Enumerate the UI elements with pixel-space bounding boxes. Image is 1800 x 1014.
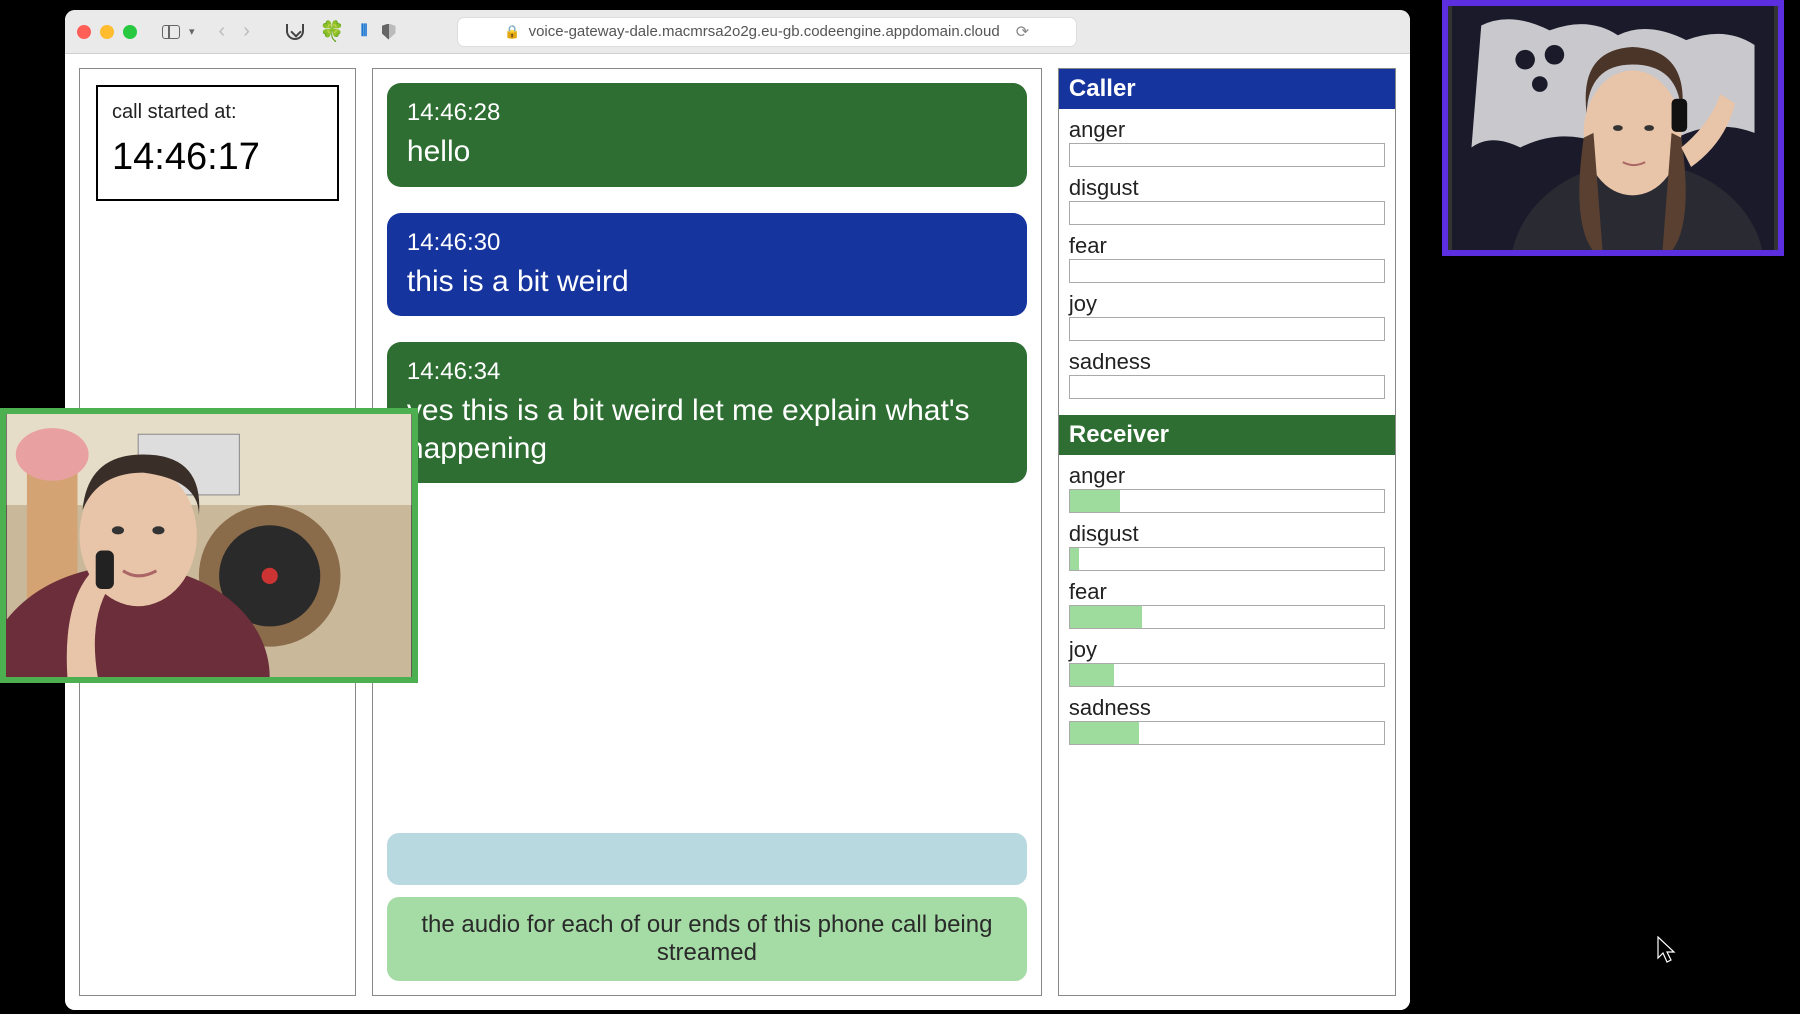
message-timestamp: 14:46:30 [407, 229, 1007, 257]
emotion-fill [1070, 606, 1142, 628]
receiver-emotions: anger disgust fear joy sadness [1059, 455, 1395, 753]
emotion-bar [1069, 259, 1385, 283]
chevron-down-icon[interactable]: ▾ [189, 25, 195, 38]
receiver-webcam [0, 408, 418, 683]
emotion-bar [1069, 375, 1385, 399]
caller-webcam [1442, 0, 1784, 256]
maximize-window-button[interactable] [123, 25, 137, 39]
emotion-label: anger [1069, 117, 1385, 143]
cursor-icon [1656, 936, 1678, 964]
emotion-label: sadness [1069, 695, 1385, 721]
url-text: voice-gateway-dale.macmrsa2o2g.eu-gb.cod… [529, 23, 1000, 40]
emotion-bar [1069, 143, 1385, 167]
shield-icon[interactable] [382, 24, 396, 40]
message-caller: 14:46:30 this is a bit weird [387, 213, 1027, 317]
evernote-icon[interactable]: 🍀 [320, 19, 345, 44]
close-window-button[interactable] [77, 25, 91, 39]
message-text: this is a bit weird [407, 263, 1007, 301]
message-receiver: 14:46:34 yes this is a bit weird let me … [387, 342, 1027, 483]
caller-panel-header: Caller [1059, 69, 1395, 109]
message-text: hello [407, 133, 1007, 171]
sidebar-toggle-button[interactable] [157, 18, 185, 46]
emotion-fill [1070, 548, 1079, 570]
emotion-label: fear [1069, 233, 1385, 259]
emotion-bar [1069, 489, 1385, 513]
receiver-video-frame [6, 414, 412, 677]
interim-receiver-bar: the audio for each of our ends of this p… [387, 897, 1027, 981]
message-timestamp: 14:46:34 [407, 358, 1007, 386]
caller-emotions: anger disgust fear joy sadness [1059, 109, 1395, 407]
back-button[interactable]: ‹ [219, 20, 226, 43]
emotion-label: disgust [1069, 521, 1385, 547]
emotion-bar [1069, 201, 1385, 225]
minimize-window-button[interactable] [100, 25, 114, 39]
message-text: yes this is a bit weird let me explain w… [407, 392, 1007, 467]
extension-icon[interactable]: ⫴ [361, 23, 366, 41]
caller-video-frame [1448, 6, 1778, 250]
emotion-bar [1069, 317, 1385, 341]
emotion-fill [1070, 722, 1139, 744]
interim-receiver-text: the audio for each of our ends of this p… [421, 911, 992, 966]
emotion-label: disgust [1069, 175, 1385, 201]
pocket-icon[interactable] [286, 24, 304, 40]
emotion-row: anger [1069, 117, 1385, 167]
emotion-label: joy [1069, 637, 1385, 663]
emotion-row: fear [1069, 579, 1385, 629]
transcript-column: 14:46:28 hello 14:46:30 this is a bit we… [372, 68, 1042, 996]
call-info-box: call started at: 14:46:17 [96, 85, 339, 201]
emotion-bar [1069, 663, 1385, 687]
emotion-row: sadness [1069, 349, 1385, 399]
traffic-lights [77, 25, 137, 39]
lock-icon: 🔒 [504, 24, 520, 40]
emotion-column: Caller anger disgust fear joy [1058, 68, 1396, 996]
titlebar: ▾ ‹ › 🍀 ⫴ 🔒 voice-gateway-dale.macmrsa2o… [65, 10, 1410, 54]
forward-button[interactable]: › [243, 20, 250, 43]
emotion-bar [1069, 605, 1385, 629]
interim-caller-bar [387, 833, 1027, 885]
receiver-panel-header: Receiver [1059, 415, 1395, 455]
call-started-label: call started at: [112, 101, 323, 124]
emotion-row: joy [1069, 291, 1385, 341]
emotion-row: disgust [1069, 521, 1385, 571]
emotion-row: joy [1069, 637, 1385, 687]
emotion-label: anger [1069, 463, 1385, 489]
message-receiver: 14:46:28 hello [387, 83, 1027, 187]
interim-transcript: the audio for each of our ends of this p… [387, 833, 1027, 981]
emotion-row: disgust [1069, 175, 1385, 225]
emotion-fill [1070, 664, 1114, 686]
emotion-row: sadness [1069, 695, 1385, 745]
address-bar[interactable]: 🔒 voice-gateway-dale.macmrsa2o2g.eu-gb.c… [457, 17, 1077, 47]
emotion-label: joy [1069, 291, 1385, 317]
message-timestamp: 14:46:28 [407, 99, 1007, 127]
emotion-label: fear [1069, 579, 1385, 605]
call-started-time: 14:46:17 [112, 136, 323, 179]
reload-icon[interactable]: ⟳ [1016, 22, 1029, 42]
emotion-bar [1069, 721, 1385, 745]
emotion-label: sadness [1069, 349, 1385, 375]
emotion-row: fear [1069, 233, 1385, 283]
emotion-bar [1069, 547, 1385, 571]
emotion-row: anger [1069, 463, 1385, 513]
sidebar-icon [162, 25, 180, 39]
emotion-fill [1070, 490, 1120, 512]
